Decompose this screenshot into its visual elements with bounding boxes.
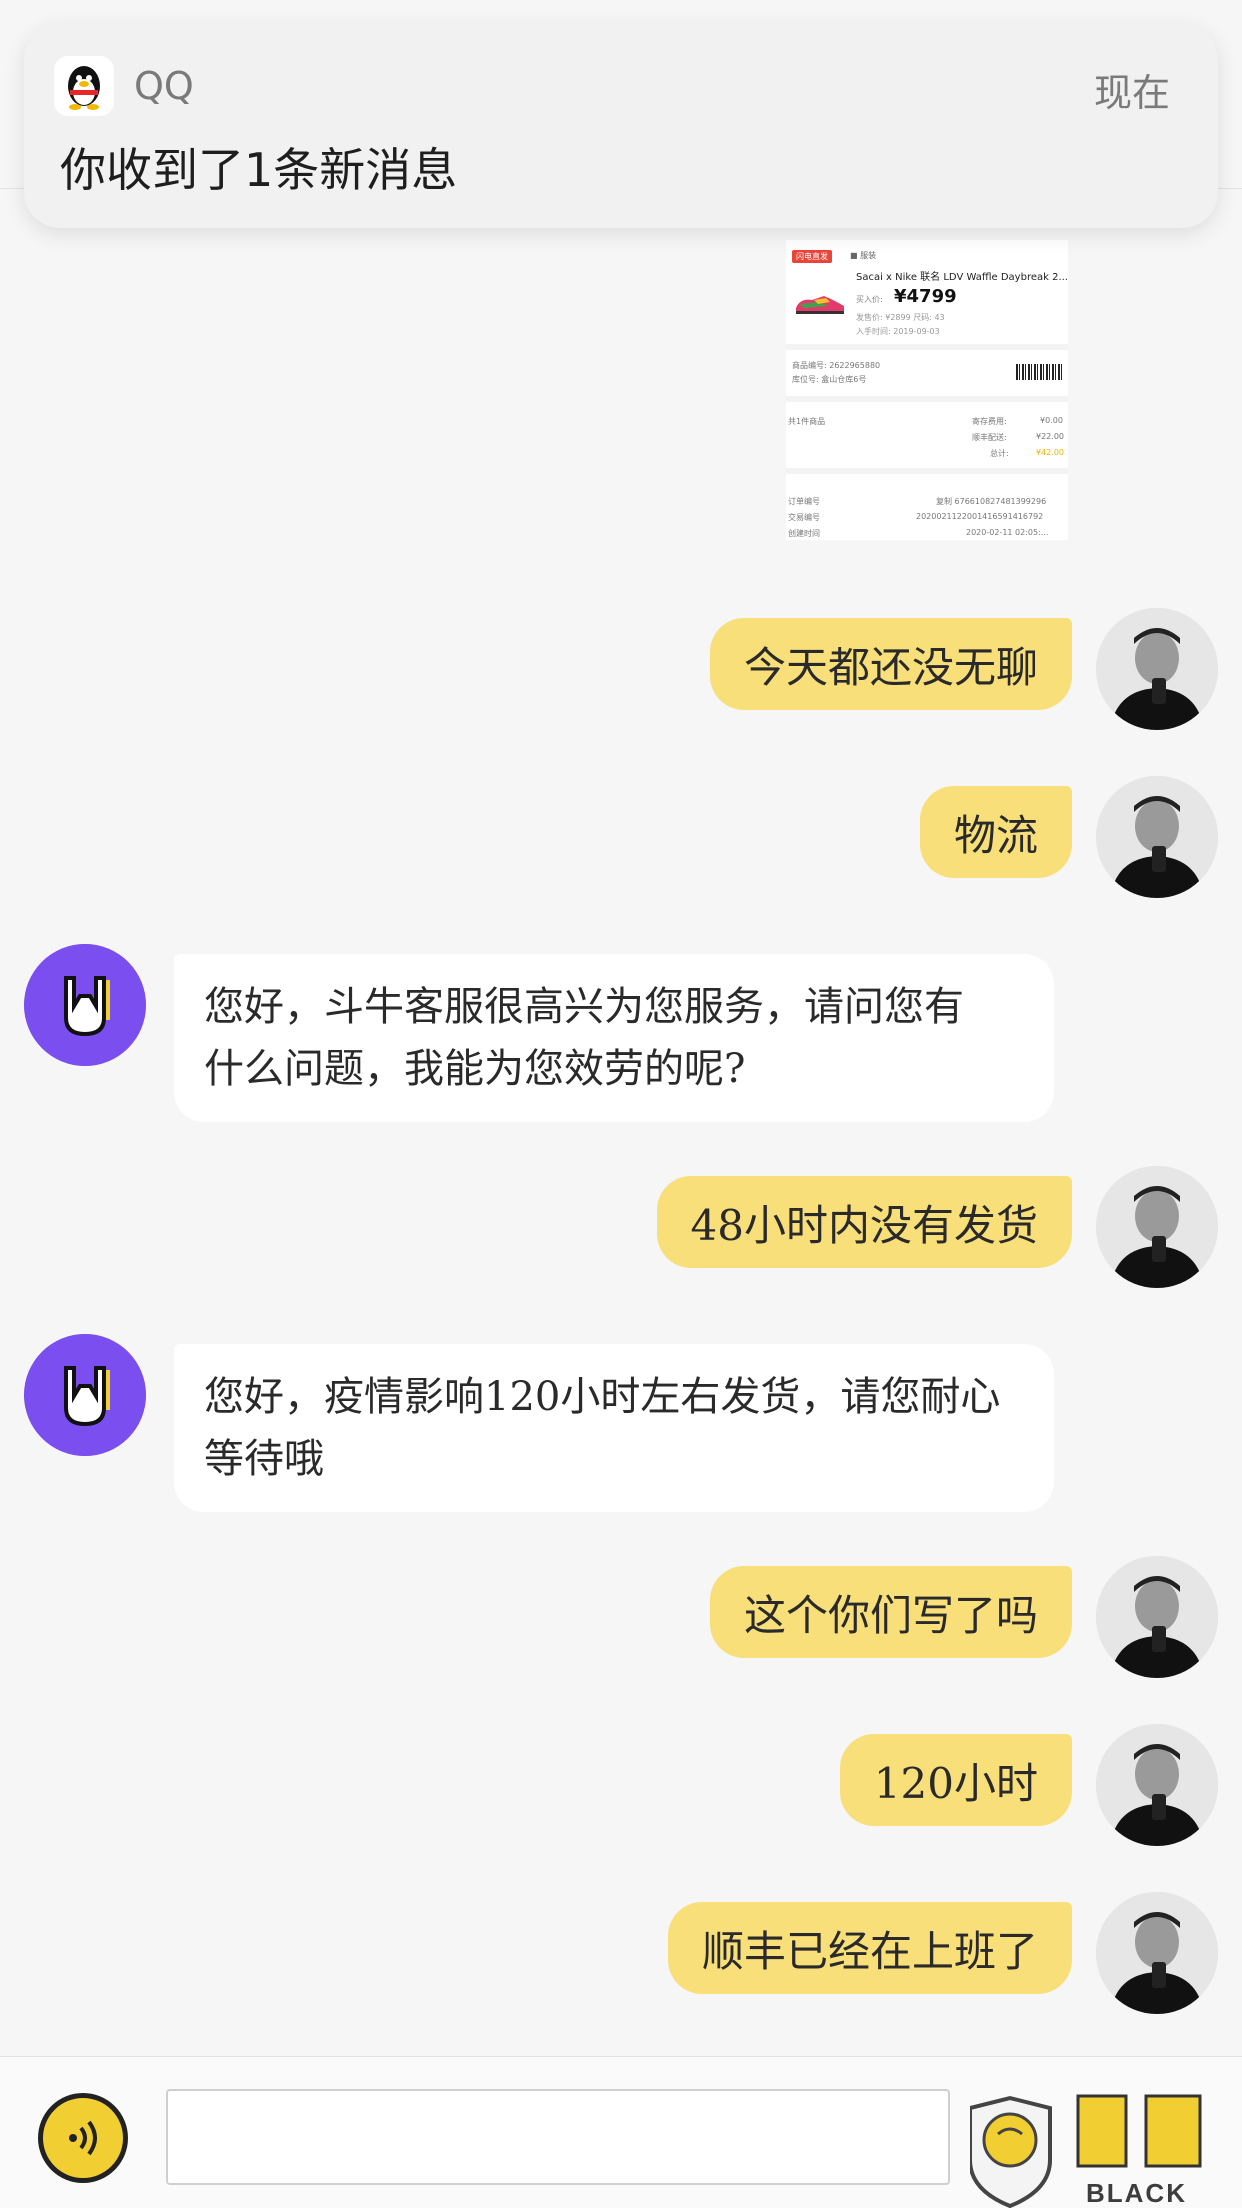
trade-no: 2020021122001416591416792 xyxy=(916,512,1044,521)
barcode-icon xyxy=(1016,364,1064,380)
order-no: 复制 676610827481399296 xyxy=(936,497,1047,506)
trade-no-label: 交易编号 xyxy=(788,513,820,522)
bot-avatar[interactable] xyxy=(24,1334,146,1456)
bot-message-line: 您好，疫情影响120小时左右发货，请您耐心 xyxy=(204,1374,1001,1420)
order-tag: 闪电直发 xyxy=(792,250,832,263)
qq-penguin-icon xyxy=(54,56,114,116)
bot-message-bubble[interactable]: 您好，斗牛客服很高兴为您服务，请问您有 什么问题，我能为您效劳的呢? xyxy=(174,954,1054,1122)
order-divider xyxy=(786,468,1068,474)
order-total-label: 总计: xyxy=(990,449,1009,458)
user-message-bubble[interactable]: 物流 xyxy=(919,786,1072,878)
message-input[interactable] xyxy=(166,2089,950,2185)
create-time-label: 创建时间 xyxy=(788,529,820,538)
bot-avatar[interactable] xyxy=(24,944,146,1066)
order-price: ¥4799 xyxy=(894,286,957,307)
user-avatar[interactable] xyxy=(1096,1892,1218,2014)
user-avatar[interactable] xyxy=(1096,1556,1218,1678)
order-screenshot-image[interactable]: 闪电直发 ■ 服装 Sacai x Nike 联名 LDV Waffle Day… xyxy=(786,240,1068,540)
voice-input-button[interactable] xyxy=(38,2093,128,2183)
user-message-bubble[interactable]: 顺丰已经在上班了 xyxy=(667,1902,1072,1994)
bot-message-line: 您好，斗牛客服很高兴为您服务，请问您有 xyxy=(204,984,964,1030)
order-divider xyxy=(786,396,1068,402)
create-time: 2020-02-11 02:05:... xyxy=(966,528,1049,537)
notification-time: 现在 xyxy=(1093,71,1170,115)
bot-message-bubble[interactable]: 您好，疫情影响120小时左右发货，请您耐心 等待哦 xyxy=(174,1344,1054,1512)
user-avatar[interactable] xyxy=(1096,1724,1218,1846)
order-sf-fee: ¥22.00 xyxy=(1036,432,1064,441)
order-divider xyxy=(786,344,1068,350)
order-item-no: 商品编号: 2622965880 xyxy=(792,361,881,370)
notification-banner[interactable]: QQ 现在 你收到了1条新消息 xyxy=(24,24,1218,228)
user-avatar[interactable] xyxy=(1096,1166,1218,1288)
order-storage-fee-label: 寄存费用: xyxy=(972,417,1007,426)
order-sf-label: 顺丰配送: xyxy=(972,433,1007,442)
user-message-bubble[interactable]: 这个你们写了吗 xyxy=(709,1566,1072,1658)
user-avatar[interactable] xyxy=(1096,776,1218,898)
user-message-bubble[interactable]: 120小时 xyxy=(839,1734,1072,1826)
bot-message-line: 等待哦 xyxy=(204,1436,324,1482)
user-avatar[interactable] xyxy=(1096,608,1218,730)
order-total: ¥42.00 xyxy=(1036,448,1064,457)
sneaker-image xyxy=(796,296,844,314)
user-message-bubble[interactable]: 今天都还没无聊 xyxy=(709,618,1072,710)
order-tag-secondary: ■ 服装 xyxy=(850,251,877,260)
bot-message-line: 什么问题，我能为您效劳的呢? xyxy=(204,1046,746,1092)
order-total-items: 共1件商品 xyxy=(788,417,826,426)
order-location: 库位号: 盒山仓库6号 xyxy=(792,375,867,384)
order-meta-2: 入手时间: 2019-09-03 xyxy=(856,327,940,336)
user-message-bubble[interactable]: 48小时内没有发货 xyxy=(656,1176,1072,1268)
order-no-label: 订单编号 xyxy=(788,497,820,506)
notification-app-name: QQ xyxy=(134,64,194,108)
order-product-name: Sacai x Nike 联名 LDV Waffle Daybreak 2... xyxy=(856,272,1068,283)
order-meta-1: 发售价: ¥2899 尺码: 43 xyxy=(856,313,945,322)
order-storage-fee: ¥0.00 xyxy=(1040,416,1063,425)
voice-wave-icon xyxy=(69,2120,97,2156)
notification-message: 你收到了1条新消息 xyxy=(60,143,458,197)
order-buy-label: 买入价: xyxy=(856,295,883,304)
watermark-text: BLACK CAT xyxy=(1086,2178,1187,2208)
